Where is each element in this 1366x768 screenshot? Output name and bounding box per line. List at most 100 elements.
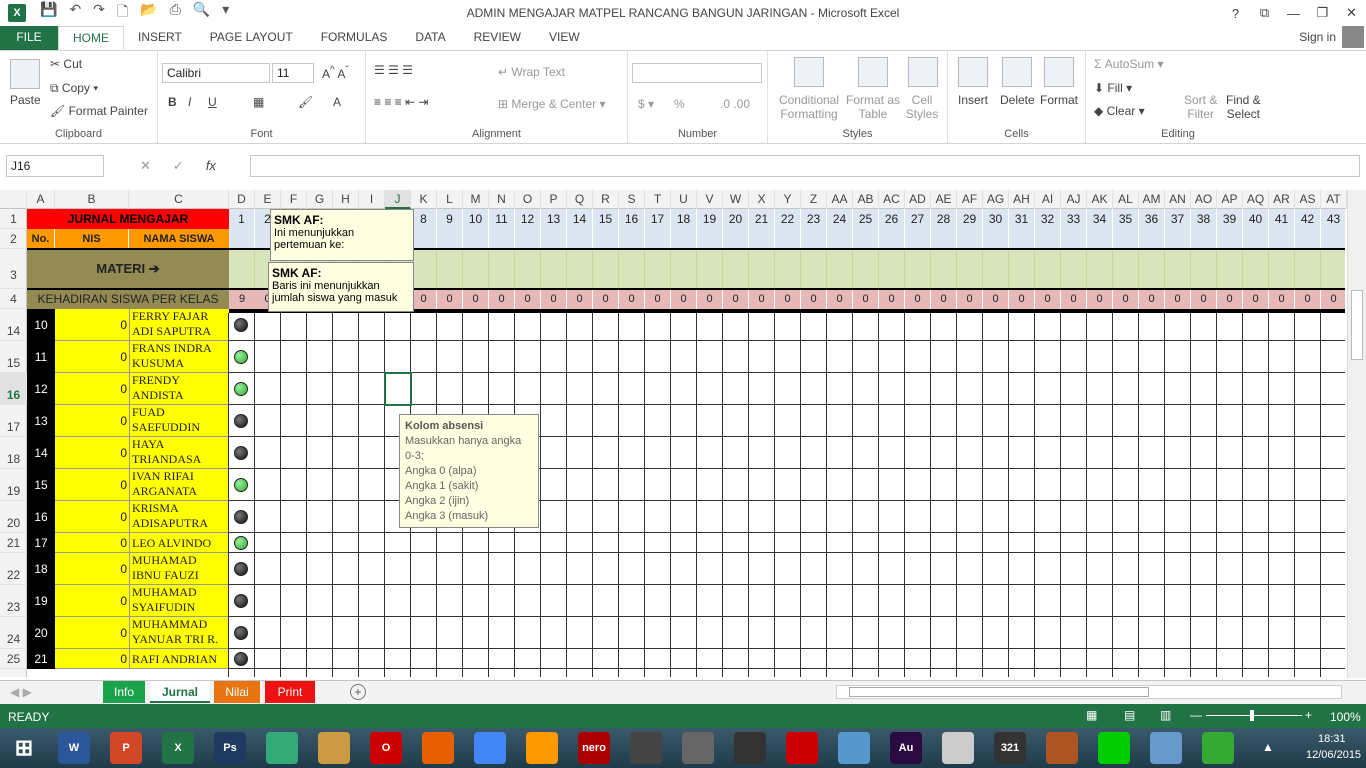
taskbar-app-icon[interactable] [838, 732, 870, 764]
sheet-tab-nilai[interactable]: Nilai [214, 681, 260, 703]
student-name-cell[interactable]: IVAN RIFAI ARGANATA [129, 469, 229, 501]
attendance-count-cell[interactable]: 0 [411, 289, 437, 309]
meeting-date-cell[interactable] [957, 229, 983, 249]
attendance-count-cell[interactable]: 0 [957, 289, 983, 309]
column-header-al[interactable]: AL [1113, 190, 1139, 209]
meeting-date-cell[interactable] [853, 229, 879, 249]
meeting-date-cell[interactable] [905, 229, 931, 249]
taskbar-app-icon[interactable] [942, 732, 974, 764]
column-header-r[interactable]: R [593, 190, 619, 209]
meeting-date-cell[interactable] [567, 229, 593, 249]
materi-input-cell[interactable] [1061, 249, 1087, 289]
meeting-date-cell[interactable] [619, 229, 645, 249]
column-header-h[interactable]: H [333, 190, 359, 209]
materi-input-cell[interactable] [1165, 249, 1191, 289]
materi-input-cell[interactable] [1217, 249, 1243, 289]
attendance-count-cell[interactable]: 0 [1295, 289, 1321, 309]
materi-input-cell[interactable] [1009, 249, 1035, 289]
format-as-table-button[interactable]: Format as Table [846, 93, 900, 121]
taskbar-app-icon[interactable] [474, 732, 506, 764]
meeting-number-35[interactable]: 35 [1113, 209, 1139, 229]
attendance-count-cell[interactable]: 0 [879, 289, 905, 309]
materi-input-cell[interactable] [723, 249, 749, 289]
meeting-number-14[interactable]: 14 [567, 209, 593, 229]
column-header-k[interactable]: K [411, 190, 437, 209]
meeting-number-40[interactable]: 40 [1243, 209, 1269, 229]
meeting-number-20[interactable]: 20 [723, 209, 749, 229]
student-no-cell[interactable]: 17 [27, 533, 55, 553]
column-header-aa[interactable]: AA [827, 190, 853, 209]
student-nis-cell[interactable]: 0 [55, 585, 129, 617]
insert-button[interactable]: Insert [958, 93, 988, 107]
meeting-number-29[interactable]: 29 [957, 209, 983, 229]
column-header-z[interactable]: Z [801, 190, 827, 209]
taskbar-app-icon[interactable]: O [370, 732, 402, 764]
student-name-cell[interactable]: FERRY FAJAR ADI SAPUTRA [129, 309, 229, 341]
attendance-count-cell[interactable]: 0 [593, 289, 619, 309]
grow-font-icon[interactable]: A^ Aˇ [322, 65, 349, 81]
meeting-number-31[interactable]: 31 [1009, 209, 1035, 229]
student-name-cell[interactable]: RAFI ANDRIAN [129, 649, 229, 669]
meeting-number-9[interactable]: 9 [437, 209, 463, 229]
attendance-count-cell[interactable]: 0 [1243, 289, 1269, 309]
meeting-date-cell[interactable] [801, 229, 827, 249]
student-no-cell[interactable]: 16 [27, 501, 55, 533]
copy-button[interactable]: ⧉ Copy ▾ [50, 81, 98, 96]
paste-button[interactable]: Paste [10, 93, 41, 107]
materi-input-cell[interactable] [983, 249, 1009, 289]
column-header-ah[interactable]: AH [1009, 190, 1035, 209]
column-header-s[interactable]: S [619, 190, 645, 209]
row-header-15[interactable]: 15 [0, 341, 27, 373]
decimal-icon[interactable]: .0 .00 [720, 97, 750, 111]
materi-input-cell[interactable] [541, 249, 567, 289]
meeting-number-26[interactable]: 26 [879, 209, 905, 229]
sign-in-link[interactable]: Sign in [1299, 30, 1336, 44]
meeting-number-36[interactable]: 36 [1139, 209, 1165, 229]
meeting-number-37[interactable]: 37 [1165, 209, 1191, 229]
meeting-date-cell[interactable] [489, 229, 515, 249]
kehadiran-cell[interactable]: KEHADIRAN SISWA PER KELAS [27, 289, 229, 309]
materi-input-cell[interactable] [489, 249, 515, 289]
attendance-count-cell[interactable]: 0 [1269, 289, 1295, 309]
row-header-17[interactable]: 17 [0, 405, 27, 437]
meeting-number-19[interactable]: 19 [697, 209, 723, 229]
tab-formulas[interactable]: FORMULAS [307, 26, 402, 50]
student-nis-cell[interactable]: 0 [55, 533, 129, 553]
italic-icon[interactable]: I [188, 95, 191, 109]
paste-icon[interactable] [10, 59, 40, 89]
meeting-number-15[interactable]: 15 [593, 209, 619, 229]
find-select-button[interactable]: Find & Select [1226, 93, 1261, 121]
meeting-date-cell[interactable] [983, 229, 1009, 249]
column-header-v[interactable]: V [697, 190, 723, 209]
materi-input-cell[interactable] [411, 249, 437, 289]
row-header-22[interactable]: 22 [0, 553, 27, 585]
new-document-icon[interactable]: 🗋 [117, 1, 128, 25]
meeting-date-cell[interactable] [671, 229, 697, 249]
meeting-number-25[interactable]: 25 [853, 209, 879, 229]
meeting-date-cell[interactable] [1295, 229, 1321, 249]
column-header-q[interactable]: Q [567, 190, 593, 209]
restore-button[interactable]: ❐ [1308, 0, 1337, 26]
clock-time[interactable]: 18:31 [1318, 733, 1346, 745]
meeting-date-cell[interactable] [1243, 229, 1269, 249]
clock-date[interactable]: 12/06/2015 [1306, 749, 1361, 761]
tab-view[interactable]: VIEW [535, 26, 594, 50]
student-nis-cell[interactable]: 0 [55, 373, 129, 405]
student-name-cell[interactable]: LEO ALVINDO [129, 533, 229, 553]
materi-input-cell[interactable] [593, 249, 619, 289]
wrap-text-button[interactable]: ↵ Wrap Text [498, 65, 565, 79]
open-folder-icon[interactable]: 📂 [140, 1, 157, 25]
name-box[interactable]: J16 [6, 155, 104, 177]
meeting-date-cell[interactable] [827, 229, 853, 249]
zoom-slider[interactable] [1206, 715, 1302, 716]
meeting-date-cell[interactable] [879, 229, 905, 249]
column-header-aj[interactable]: AJ [1061, 190, 1087, 209]
sheet-tab-print[interactable]: Print [265, 681, 315, 703]
student-no-cell[interactable]: 13 [27, 405, 55, 437]
materi-input-cell[interactable] [515, 249, 541, 289]
column-header-ai[interactable]: AI [1035, 190, 1061, 209]
materi-input-cell[interactable] [437, 249, 463, 289]
close-button[interactable]: ✕ [1337, 0, 1366, 26]
attendance-count-cell[interactable]: 0 [619, 289, 645, 309]
student-no-cell[interactable]: 18 [27, 553, 55, 585]
